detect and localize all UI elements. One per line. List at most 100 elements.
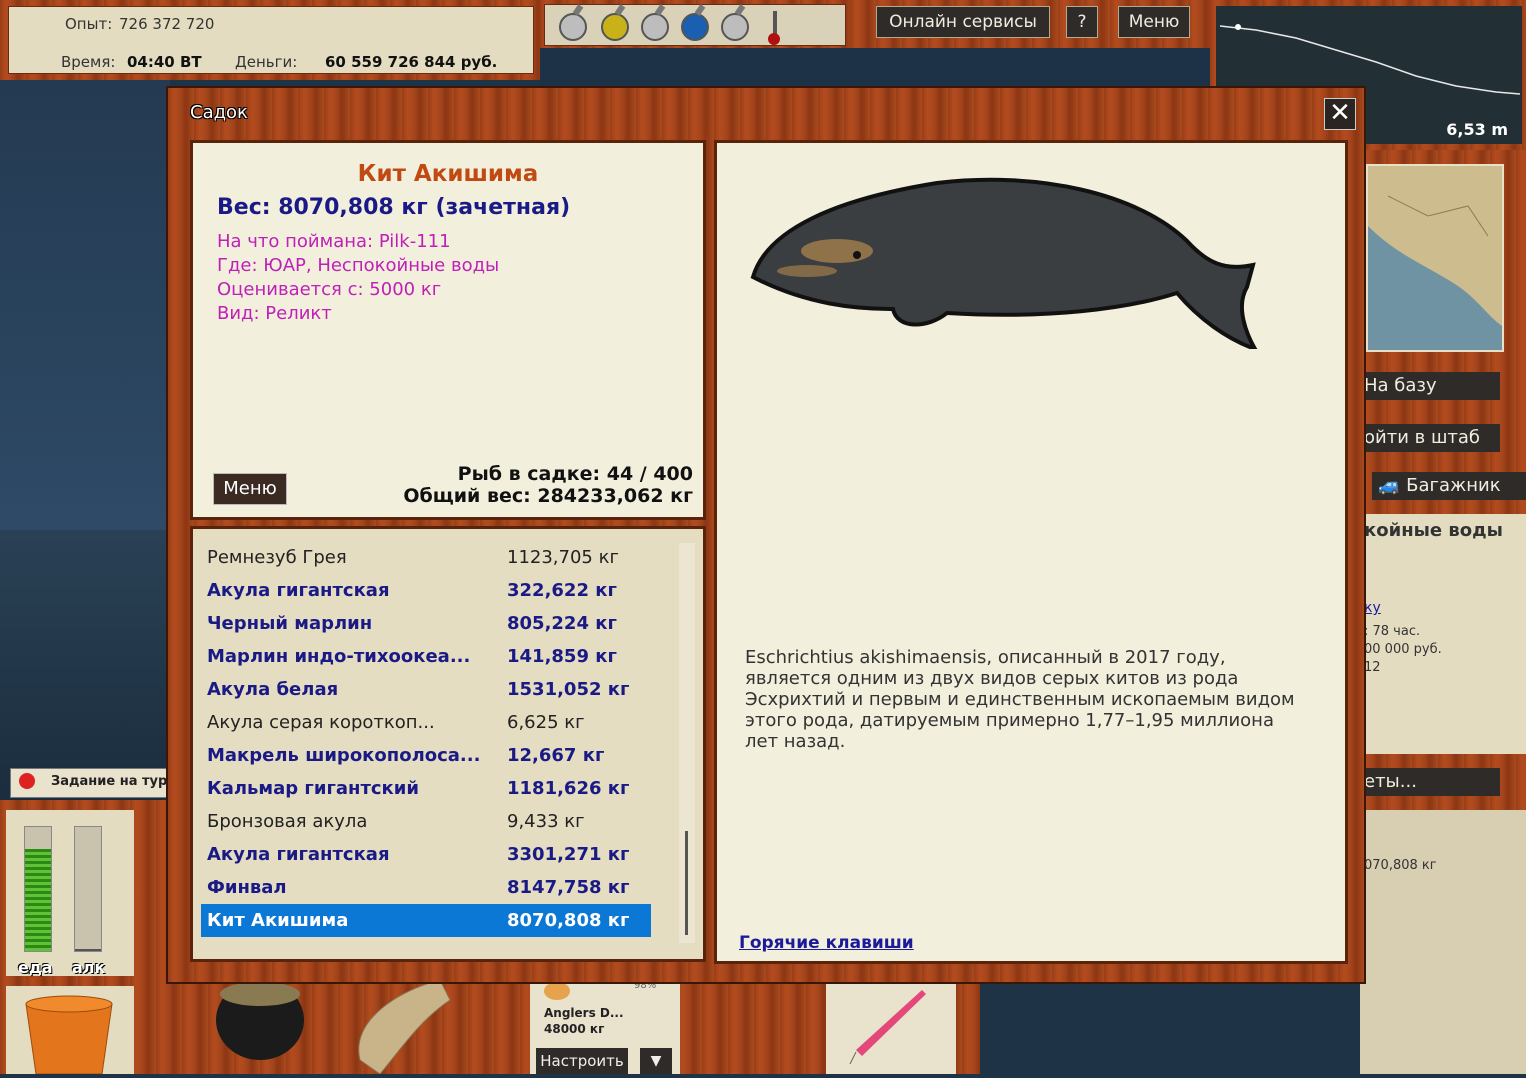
table-row[interactable]: Акула серая короткоп... 6,625 кг bbox=[201, 706, 651, 739]
fish-row-weight: 6,625 кг bbox=[507, 712, 585, 733]
more-button[interactable]: еты... bbox=[1360, 768, 1500, 796]
fish-row-weight: 1531,052 кг bbox=[507, 679, 630, 700]
bait-icon bbox=[544, 982, 570, 1000]
sky-background bbox=[0, 80, 170, 530]
location-link[interactable]: ку bbox=[1364, 600, 1381, 616]
fish-name: Кит Акишима bbox=[357, 161, 539, 187]
dropdown-button[interactable]: ▼ bbox=[640, 1048, 672, 1074]
table-row[interactable]: Акула белая 1531,052 кг bbox=[201, 673, 651, 706]
bait-name: Anglers D... bbox=[544, 1006, 624, 1020]
price-text: 00 000 руб. bbox=[1364, 642, 1442, 657]
help-button[interactable]: ? bbox=[1066, 6, 1098, 38]
close-button[interactable]: ✕ bbox=[1324, 98, 1356, 130]
food-meter-fill bbox=[25, 849, 51, 951]
keep-net-menu-button[interactable]: Меню bbox=[213, 473, 287, 505]
table-row[interactable]: Акула гигантская 322,622 кг bbox=[201, 574, 651, 607]
potion-icon[interactable] bbox=[721, 13, 749, 41]
table-row[interactable]: Акула гигантская 3301,271 кг bbox=[201, 838, 651, 871]
blue-potion-icon[interactable] bbox=[681, 13, 709, 41]
bait-weight: 48000 кг bbox=[544, 1022, 605, 1036]
table-row[interactable]: Марлин индо-тихоокеа... 141,859 кг bbox=[201, 640, 651, 673]
fish-row-name: Акула белая bbox=[207, 679, 339, 700]
menu-button[interactable]: Меню bbox=[1118, 6, 1190, 38]
bucket-icon bbox=[25, 995, 113, 1075]
location-info: койные воды ку : 78 час. 00 000 руб. 12 bbox=[1360, 514, 1526, 754]
car-icon: 🚙 bbox=[1378, 475, 1401, 496]
map-thumbnail[interactable] bbox=[1366, 164, 1504, 352]
table-row[interactable]: Кальмар гигантский 1181,626 кг bbox=[201, 772, 651, 805]
fish-row-name: Марлин индо-тихоокеа... bbox=[207, 646, 471, 667]
fish-row-name: Кит Акишима bbox=[207, 910, 349, 931]
fish-description-panel: Eschrichtius akishimaensis, описанный в … bbox=[714, 140, 1348, 964]
dialog-title: Садок bbox=[190, 102, 248, 123]
fish-weight: Вес: 8070,808 кг (зачетная) bbox=[217, 195, 571, 220]
right-sidebar: На базу ойти в штаб 🚙 Багажник койные во… bbox=[1360, 150, 1526, 1074]
potion-icon[interactable] bbox=[559, 13, 587, 41]
fish-row-name: Акула гигантская bbox=[207, 580, 390, 601]
potion-icon[interactable] bbox=[641, 13, 669, 41]
meters-panel: еда алк bbox=[6, 810, 134, 977]
task-bar[interactable]: Задание на тур bbox=[10, 768, 172, 798]
map-icon bbox=[1368, 166, 1502, 350]
scrollbar[interactable] bbox=[679, 543, 695, 943]
fish-row-weight: 322,622 кг bbox=[507, 580, 617, 601]
fish-row-name: Кальмар гигантский bbox=[207, 778, 419, 799]
fish-row-weight: 141,859 кг bbox=[507, 646, 617, 667]
bait-slot[interactable]: 98% Anglers D... 48000 кг Настроить ▼ bbox=[530, 980, 680, 1074]
table-row[interactable]: Черный марлин 805,224 кг bbox=[201, 607, 651, 640]
exp-label: Опыт: bbox=[65, 15, 113, 33]
fish-list: Ремнезуб Грея 1123,705 кг Акула гигантская… bbox=[190, 526, 706, 962]
net-bag-icon[interactable] bbox=[340, 980, 460, 1074]
fish-count: Рыб в садке: 44 / 400 bbox=[457, 463, 693, 485]
whale-image bbox=[750, 177, 1258, 349]
money-value: 60 559 726 844 руб. bbox=[325, 53, 498, 71]
keep-net-dialog: Садок ✕ Кит Акишима Вес: 8070,808 кг (за… bbox=[166, 86, 1366, 984]
location-name: койные воды bbox=[1364, 520, 1503, 541]
alc-label: алк bbox=[72, 958, 106, 977]
to-base-button[interactable]: На базу bbox=[1360, 372, 1500, 400]
fish-row-weight: 1123,705 кг bbox=[507, 547, 619, 568]
depth-value: 6,53 m bbox=[1446, 120, 1508, 139]
table-row-selected[interactable]: Кит Акишима 8070,808 кг bbox=[201, 904, 651, 937]
configure-button[interactable]: Настроить bbox=[536, 1048, 628, 1074]
gold-potion-icon[interactable] bbox=[601, 13, 629, 41]
fish-row-name: Бронзовая акула bbox=[207, 811, 368, 832]
total-weight: Общий вес: 284233,062 кг bbox=[403, 485, 693, 507]
table-row[interactable]: Макрель широкополоса... 12,667 кг bbox=[201, 739, 651, 772]
thermometer-icon[interactable] bbox=[768, 11, 780, 45]
catch-summary: 070,808 кг bbox=[1360, 810, 1526, 1074]
fish-description: Eschrichtius akishimaensis, описанный в … bbox=[745, 647, 1295, 752]
alc-meter-fill bbox=[75, 948, 101, 951]
time-left: : 78 час. bbox=[1364, 624, 1421, 639]
bucket-slot[interactable] bbox=[6, 986, 134, 1075]
lure-icon bbox=[849, 990, 926, 1065]
trunk-button[interactable]: 🚙 Багажник bbox=[1372, 472, 1526, 500]
sea-strip bbox=[540, 48, 1210, 88]
lure-slot[interactable] bbox=[826, 980, 956, 1074]
exp-value: 726 372 720 bbox=[119, 15, 215, 33]
scrollbar-thumb[interactable] bbox=[685, 831, 688, 935]
fish-row-weight: 8070,808 кг bbox=[507, 910, 630, 931]
fish-row-name: Ремнезуб Грея bbox=[207, 547, 347, 568]
fish-row-weight: 805,224 кг bbox=[507, 613, 617, 634]
online-services-button[interactable]: Онлайн сервисы bbox=[876, 6, 1050, 38]
alc-meter bbox=[74, 826, 102, 952]
potions-bar bbox=[540, 0, 850, 48]
trunk-label: Багажник bbox=[1406, 475, 1501, 496]
number-text: 12 bbox=[1364, 660, 1381, 675]
fish-row-name: Акула гигантская bbox=[207, 844, 390, 865]
fish-row-name: Акула серая короткоп... bbox=[207, 712, 435, 733]
fish-row-weight: 1181,626 кг bbox=[507, 778, 630, 799]
table-row[interactable]: Финвал 8147,758 кг bbox=[201, 871, 651, 904]
pot-icon[interactable] bbox=[210, 980, 310, 1074]
table-row[interactable]: Бронзовая акула 9,433 кг bbox=[201, 805, 651, 838]
fish-row-weight: 8147,758 кг bbox=[507, 877, 630, 898]
to-hq-button[interactable]: ойти в штаб bbox=[1360, 424, 1500, 452]
fish-info-panel: Кит Акишима Вес: 8070,808 кг (зачетная) … bbox=[190, 140, 706, 520]
hotkeys-link[interactable]: Горячие клавиши bbox=[739, 933, 914, 953]
money-label: Деньги: bbox=[235, 53, 298, 71]
time-value: 04:40 ВТ bbox=[127, 53, 202, 71]
table-row[interactable]: Ремнезуб Грея 1123,705 кг bbox=[201, 541, 651, 574]
last-catch-weight: 070,808 кг bbox=[1364, 858, 1437, 873]
boat-marker-icon bbox=[1235, 24, 1241, 30]
